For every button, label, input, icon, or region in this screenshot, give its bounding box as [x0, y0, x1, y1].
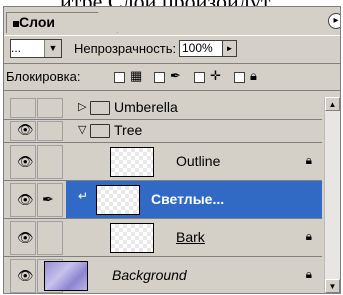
layer-thumbnail [44, 261, 88, 291]
panel-tabbar: Слои ▸ [4, 7, 340, 33]
opacity-input[interactable]: 100% [179, 40, 223, 57]
folder-icon [90, 101, 110, 115]
lock-position-checkbox[interactable] [194, 72, 205, 83]
transparency-grid-icon: ▦ [130, 68, 143, 83]
tab-label: Слои [19, 14, 55, 30]
layer-row-umberella[interactable]: ▷ Umberella [4, 97, 322, 120]
clipping-arrow-icon: ↵ [78, 189, 89, 203]
tab-layers[interactable]: Слои [6, 12, 118, 33]
blend-row: ... ▼ Непрозрачность: 100% ► [4, 35, 340, 62]
lock-label: Блокировка: [6, 69, 81, 84]
visibility-cell[interactable]: 👁 [10, 145, 36, 179]
lock-icon: 🔒︎ [250, 68, 257, 83]
visibility-cell[interactable]: 👁 [10, 121, 36, 141]
eye-icon[interactable]: 👁 [17, 230, 34, 246]
move-icon: ✛ [210, 68, 221, 83]
blend-mode-value: ... [11, 41, 22, 55]
link-cell[interactable] [37, 98, 63, 118]
lock-row: Блокировка: ▦ ✒ ✛ 🔒︎ [4, 63, 340, 91]
lock-icon: 🔒︎ [305, 267, 312, 281]
layer-name: Background [112, 267, 187, 283]
layer-row-bark[interactable]: 👁 Bark 🔒︎ [4, 219, 322, 257]
layer-thumbnail [110, 223, 154, 253]
visibility-cell[interactable] [10, 98, 36, 118]
blend-mode-select[interactable]: ... ▼ [10, 39, 62, 58]
opacity-label: Непрозрачность: [74, 41, 177, 56]
layer-row-svetlye[interactable]: 👁 ✒ ↵ Светлые... [4, 181, 322, 219]
visibility-cell[interactable]: 👁 [10, 221, 36, 255]
folder-icon [90, 124, 110, 138]
lock-icon: 🔒︎ [305, 153, 312, 167]
opacity-arrow-icon[interactable]: ► [222, 40, 237, 57]
brush-icon: ✒ [170, 68, 181, 83]
layer-name: Umberella [114, 99, 178, 115]
link-cell[interactable] [37, 221, 63, 255]
link-cell[interactable]: ✒ [37, 183, 63, 217]
layer-name: Tree [114, 122, 143, 138]
chevron-down-icon[interactable]: ▼ [44, 40, 61, 57]
layers-panel: Слои ▸ ... ▼ Непрозрачность: 100% ► Блок… [3, 6, 341, 294]
expand-arrow-icon[interactable]: ▷ [78, 100, 86, 113]
scroll-down-icon[interactable]: ▼ [325, 279, 340, 293]
eye-icon[interactable]: 👁 [17, 122, 34, 138]
layer-name: Bark [176, 229, 205, 245]
layers-list: ▷ Umberella 👁 ▽ Tree 👁 Outline 🔒︎ 👁 ✒ ↵ … [4, 97, 322, 293]
lock-icon: 🔒︎ [305, 229, 312, 243]
layer-name: Светлые... [151, 191, 225, 207]
brush-icon: ✒ [42, 191, 54, 207]
layer-name: Outline [176, 153, 221, 169]
visibility-cell[interactable]: 👁 [10, 259, 36, 293]
layer-thumbnail [96, 185, 140, 215]
layer-row-background[interactable]: 👁 Background 🔒︎ [4, 257, 322, 293]
lock-pixels-checkbox[interactable] [154, 72, 165, 83]
eye-icon[interactable]: 👁 [17, 154, 34, 170]
scroll-up-icon[interactable]: ▲ [325, 97, 340, 111]
panel-menu-button[interactable]: ▸ [328, 13, 340, 29]
link-cell[interactable] [37, 121, 63, 141]
collapse-arrow-icon[interactable]: ▽ [78, 123, 86, 136]
visibility-cell[interactable]: 👁 [10, 183, 36, 217]
eye-icon[interactable]: 👁 [17, 268, 34, 284]
layer-row-tree[interactable]: 👁 ▽ Tree [4, 120, 322, 143]
layer-thumbnail [110, 147, 154, 177]
layer-row-outline[interactable]: 👁 Outline 🔒︎ [4, 143, 322, 181]
eye-icon[interactable]: 👁 [17, 192, 34, 208]
lock-transparency-checkbox[interactable] [114, 72, 125, 83]
layers-scrollbar[interactable]: ▲ ▼ [324, 97, 340, 293]
lock-all-checkbox[interactable] [234, 72, 245, 83]
link-cell[interactable] [37, 145, 63, 179]
